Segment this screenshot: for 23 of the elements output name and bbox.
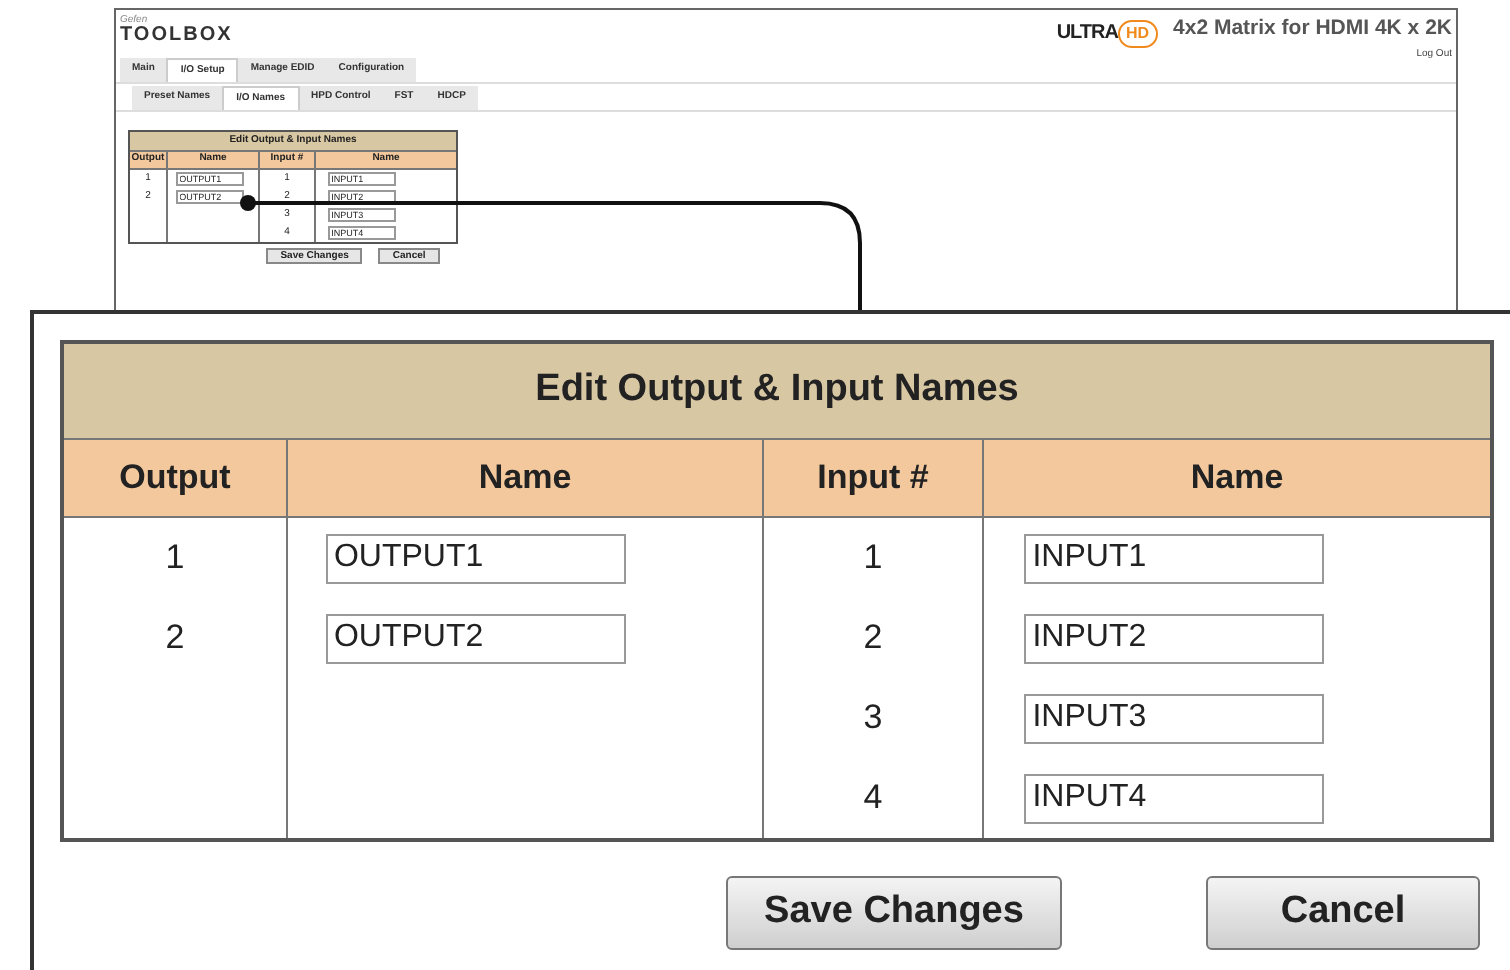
row-number: 4	[863, 776, 883, 821]
row-number: 1	[863, 536, 883, 581]
name-field[interactable]: INPUT1	[1024, 533, 1325, 583]
column-header: Name	[1188, 456, 1286, 501]
product-title: 4x2 Matrix for HDMI 4K x 2K	[1173, 16, 1452, 42]
brand-logo: TOOLBOX	[120, 26, 233, 46]
row-number: 2	[165, 616, 185, 661]
save-button[interactable]: Save Changes	[726, 876, 1062, 950]
ultra-text: ULTRA	[1056, 20, 1118, 48]
row-number: 3	[863, 696, 883, 741]
column-header: Output	[64, 440, 288, 516]
column-header: Input #	[764, 440, 984, 516]
table-title: Edit Output & Input Names	[64, 344, 1490, 440]
column-header: Name	[288, 440, 764, 516]
name-field[interactable]: INPUT2	[1024, 613, 1325, 663]
row-number: 2	[863, 616, 883, 661]
name-field[interactable]: OUTPUT1	[325, 533, 626, 583]
name-field[interactable]: OUTPUT2	[325, 613, 626, 663]
hd-text: HD	[1117, 19, 1158, 47]
name-field[interactable]: INPUT4	[1024, 773, 1325, 823]
name-field[interactable]: INPUT3	[1024, 693, 1325, 743]
row-number: 1	[165, 536, 185, 581]
cancel-button[interactable]: Cancel	[1206, 876, 1480, 950]
